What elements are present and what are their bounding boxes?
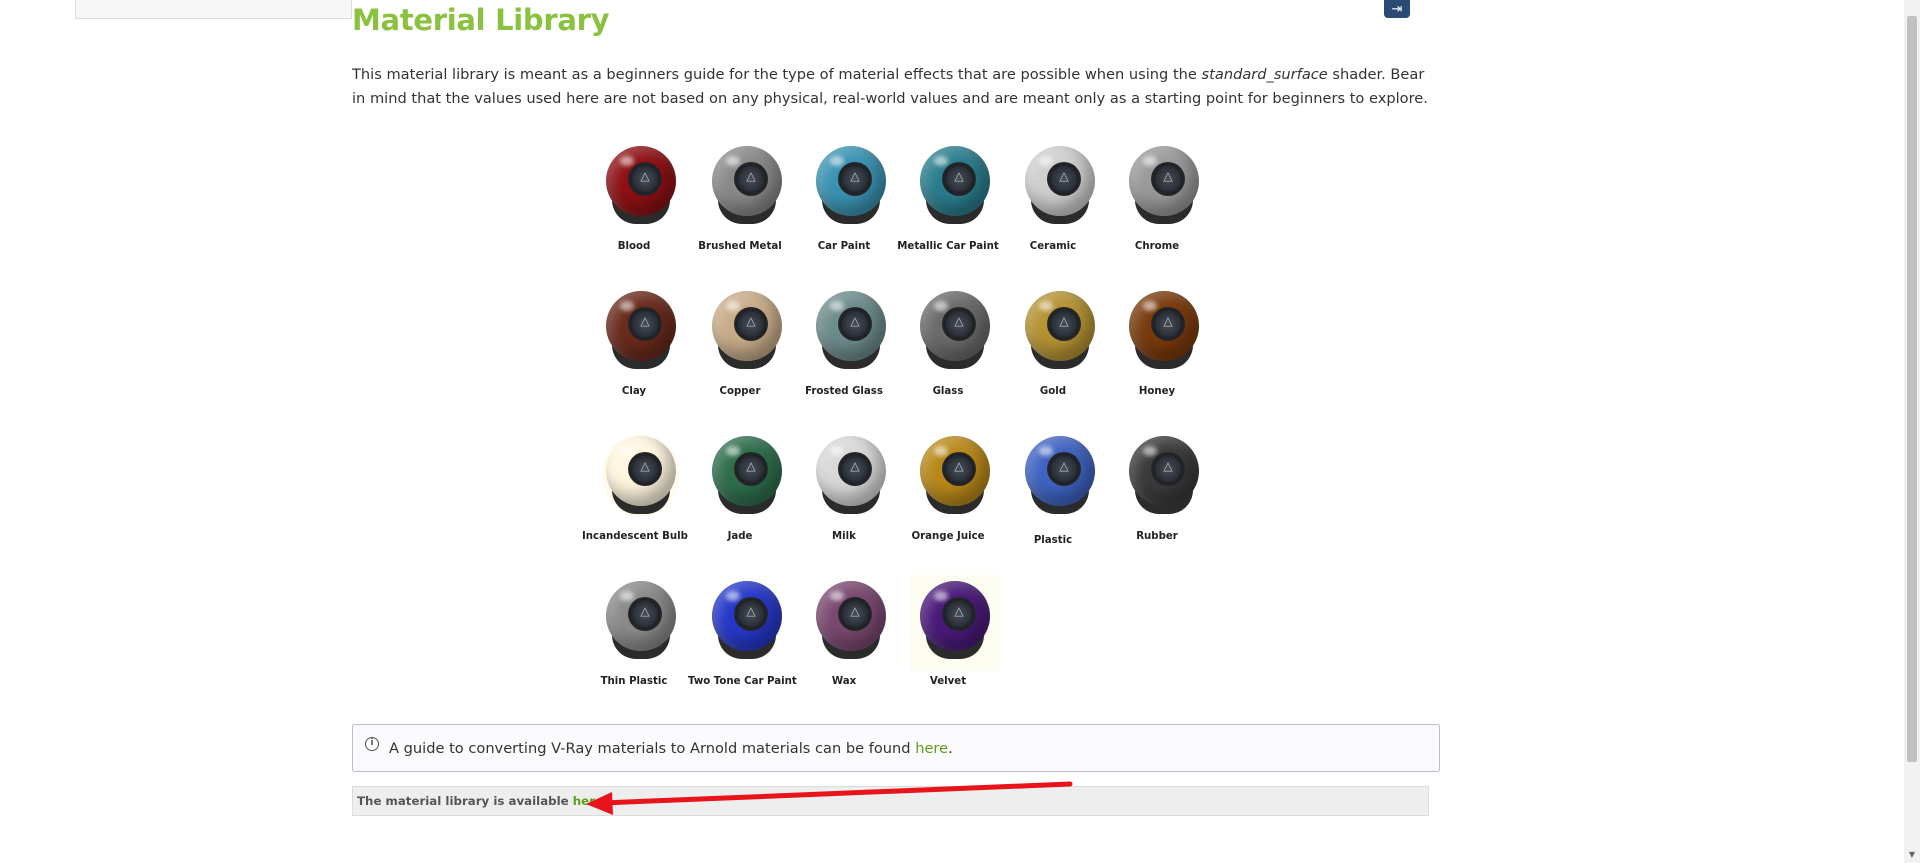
- material-label: Frosted Glass: [805, 386, 883, 397]
- info-period: .: [948, 740, 953, 757]
- intro-paragraph: This material library is meant as a begi…: [352, 63, 1432, 111]
- arnold-logo-icon: [734, 162, 768, 196]
- arnold-logo-icon: [628, 597, 662, 631]
- material-thumbnail[interactable]: [1021, 434, 1099, 520]
- material-thumbnail[interactable]: [708, 579, 786, 665]
- material-label: Chrome: [1134, 241, 1180, 252]
- arnold-logo-icon: [734, 307, 768, 341]
- arnold-logo-icon: [1151, 307, 1185, 341]
- info-text: A guide to converting V-Ray materials to…: [389, 740, 953, 757]
- scroll-thumb[interactable]: [1907, 16, 1917, 762]
- note-text: The material library is available here.: [357, 794, 607, 808]
- info-icon: i: [365, 737, 379, 751]
- arnold-logo-icon: [628, 162, 662, 196]
- material-label: Metallic Car Paint: [897, 241, 999, 252]
- material-label: Honey: [1138, 386, 1176, 397]
- arnold-logo-icon: [1151, 162, 1185, 196]
- material-thumbnail[interactable]: [812, 579, 890, 665]
- material-thumbnail[interactable]: [812, 289, 890, 375]
- material-thumbnail[interactable]: [916, 144, 994, 230]
- material-thumbnail[interactable]: [708, 289, 786, 375]
- material-label: Milk: [832, 531, 856, 542]
- arnold-logo-icon: [1047, 452, 1081, 486]
- material-label: Velvet: [929, 676, 967, 687]
- material-thumbnail[interactable]: [916, 434, 994, 520]
- material-thumbnail[interactable]: [1125, 434, 1203, 520]
- vray-guide-link[interactable]: here: [915, 740, 948, 757]
- scrollbar[interactable]: ▼: [1904, 0, 1920, 863]
- material-label: Two Tone Car Paint: [688, 676, 797, 687]
- arnold-logo-icon: [628, 452, 662, 486]
- arnold-logo-icon: [838, 307, 872, 341]
- material-label: Copper: [719, 386, 761, 397]
- sidebar-panel: [75, 0, 352, 19]
- arnold-logo-icon: [942, 162, 976, 196]
- exit-button[interactable]: ⇥: [1384, 0, 1410, 18]
- arnold-logo-icon: [838, 452, 872, 486]
- material-thumbnail[interactable]: [708, 434, 786, 520]
- material-label: Gold: [1039, 386, 1067, 397]
- arnold-logo-icon: [628, 307, 662, 341]
- material-label: Blood: [617, 241, 651, 252]
- material-thumbnail[interactable]: [602, 144, 680, 230]
- material-label: Clay: [621, 386, 647, 397]
- arnold-logo-icon: [734, 452, 768, 486]
- material-label: Orange Juice: [911, 531, 985, 542]
- info-callout: i A guide to converting V-Ray materials …: [352, 724, 1440, 772]
- arnold-logo-icon: [838, 162, 872, 196]
- arnold-logo-icon: [942, 307, 976, 341]
- material-thumbnail[interactable]: [708, 144, 786, 230]
- arrow-head: [586, 792, 613, 815]
- material-label: Car Paint: [817, 241, 871, 252]
- info-message: A guide to converting V-Ray materials to…: [389, 740, 916, 757]
- material-label: Incandescent Bulb: [582, 531, 688, 542]
- arnold-logo-icon: [942, 597, 976, 631]
- material-thumbnail[interactable]: [916, 289, 994, 375]
- material-label: Glass: [932, 386, 964, 397]
- arnold-logo-icon: [942, 452, 976, 486]
- material-thumbnail[interactable]: [1125, 289, 1203, 375]
- material-label: Ceramic: [1029, 241, 1077, 252]
- arnold-logo-icon: [1047, 162, 1081, 196]
- material-thumbnail[interactable]: [1021, 289, 1099, 375]
- material-label: Brushed Metal: [698, 241, 782, 252]
- arrow-shaft: [599, 781, 1073, 806]
- material-thumbnail[interactable]: [602, 434, 680, 520]
- material-label: Thin Plastic: [600, 676, 668, 687]
- intro-text-before: This material library is meant as a begi…: [352, 66, 1202, 83]
- arnold-logo-icon: [1151, 452, 1185, 486]
- material-label: Rubber: [1136, 531, 1178, 542]
- scroll-down-arrow[interactable]: ▼: [1904, 847, 1920, 863]
- material-thumbnail[interactable]: [602, 579, 680, 665]
- arnold-logo-icon: [734, 597, 768, 631]
- material-label: Plastic: [1033, 535, 1073, 546]
- material-label: Jade: [727, 531, 753, 542]
- annotation-arrow: [586, 781, 1073, 815]
- shader-name: standard_surface: [1201, 66, 1328, 83]
- note-message: The material library is available: [357, 794, 573, 808]
- material-thumbnail[interactable]: [1021, 144, 1099, 230]
- material-thumbnail[interactable]: [1125, 144, 1203, 230]
- arnold-logo-icon: [838, 597, 872, 631]
- page-title: Material Library: [352, 3, 610, 37]
- material-label: Wax: [831, 676, 857, 687]
- exit-icon: ⇥: [1391, 1, 1403, 17]
- material-thumbnail[interactable]: [916, 579, 994, 665]
- material-thumbnail[interactable]: [602, 289, 680, 375]
- arnold-logo-icon: [1047, 307, 1081, 341]
- material-thumbnail[interactable]: [812, 434, 890, 520]
- material-thumbnail[interactable]: [812, 144, 890, 230]
